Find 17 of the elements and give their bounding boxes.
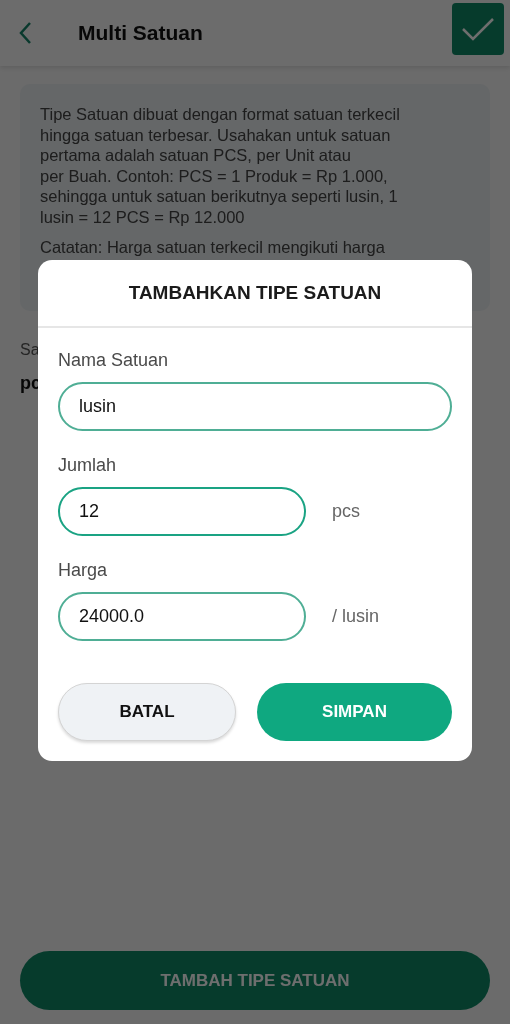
field-label: Harga <box>58 560 108 581</box>
unit-label: Sa <box>20 341 41 359</box>
field-label: Jumlah <box>58 455 117 476</box>
input-field[interactable]: 12 <box>58 487 306 536</box>
unit-suffix: pcs <box>332 501 360 522</box>
confirm-button[interactable] <box>452 3 504 55</box>
field-label: Nama Satuan <box>58 350 169 371</box>
input-field[interactable]: lusin <box>58 382 452 431</box>
back-icon[interactable] <box>18 21 32 45</box>
info-text: Tipe Satuan dibuat dengan format satuan terkecil hingga satuan terbesar. Usahakan untuk satuan pertama adalah satuan PCS, per Unit atau per Buah. Contoh: PCS = 1 Produk = Rp 1.000, sehingga untuk satuan berikutnya seperti lusin, 1 lusin = 12 PCS = Rp 12.000 <box>40 104 401 227</box>
cancel-button[interactable]: BATAL <box>58 683 236 741</box>
dialog-title: TAMBAHKAN TIPE SATUAN <box>38 260 472 328</box>
check-icon <box>461 16 495 42</box>
page-title: Multi Satuan <box>78 21 204 45</box>
unit-suffix: / lusin <box>332 606 380 627</box>
info-note: Catatan: Harga satuan terkecil mengikuti harga <box>40 237 386 257</box>
input-field[interactable]: 24000.0 <box>58 592 306 641</box>
